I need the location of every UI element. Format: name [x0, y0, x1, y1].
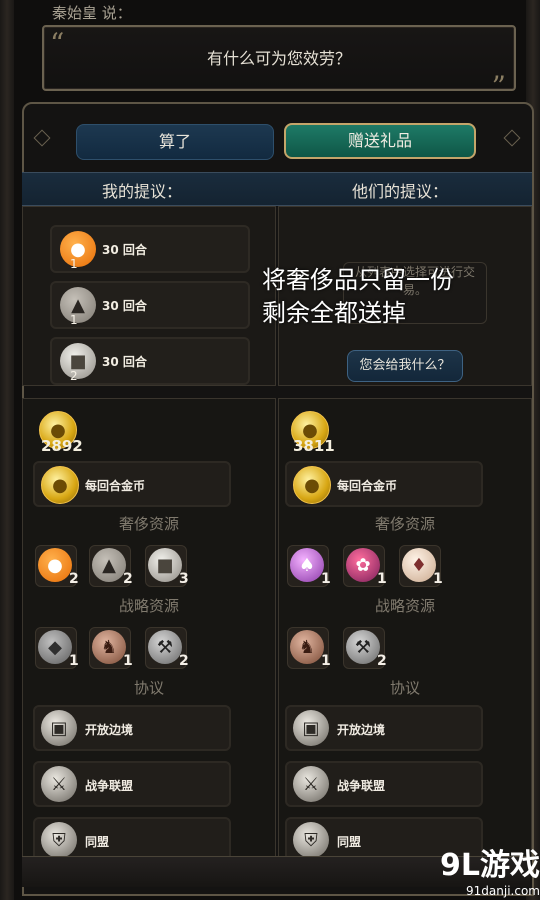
perfume-icon: ♠	[290, 548, 324, 582]
luxury-count: 1	[433, 571, 443, 587]
overlay-line-2: 剩余全都送掉	[262, 299, 406, 327]
gold-per-turn-label: 每回合金币	[85, 479, 146, 493]
my-inventory: ● 2892 ● 每回合金币 奢侈资源 ● 2 ▲ 2 ■ 3 战略资源 ◆ 1…	[22, 398, 276, 863]
war-icon: ⚔	[293, 766, 329, 802]
strategic-section-title: 战略资源	[118, 597, 179, 615]
strategic-count: 1	[123, 653, 133, 669]
luxury-count: 2	[69, 571, 79, 587]
agreement-label: 同盟	[85, 835, 110, 849]
agreement-label: 战争联盟	[85, 779, 134, 793]
war-alliance-row[interactable]: ⚔ 战争联盟	[33, 761, 231, 807]
elephant-icon: ▲	[92, 548, 126, 582]
strategic-count: 1	[69, 653, 79, 669]
luxury-count: 3	[179, 571, 189, 587]
luxury-section-title: 奢侈资源	[118, 515, 179, 533]
offer-count: 1	[70, 257, 78, 271]
luxury-count: 1	[377, 571, 387, 587]
agreement-label: 开放边境	[85, 723, 134, 737]
gold-icon: ●	[293, 466, 331, 504]
iron-icon: ⚒	[148, 630, 182, 664]
offer-label: 30 回合	[102, 243, 147, 257]
their-offer-header: 他们的提议：	[352, 182, 449, 201]
orange-icon: ●	[38, 548, 72, 582]
horse-icon: ♞	[290, 630, 324, 664]
my-offer-header: 我的提议：	[102, 182, 183, 201]
offer-item[interactable]: ● 1 30 回合	[50, 225, 250, 273]
gift-button[interactable]: 赠送礼品	[284, 123, 476, 159]
open-borders-row[interactable]: ▣ 开放边境	[285, 705, 483, 751]
agreement-section-title: 协议	[133, 679, 164, 697]
cloth-icon: ♦	[402, 548, 436, 582]
offer-headers: 我的提议： 他们的提议：	[22, 172, 532, 206]
agreement-label: 同盟	[337, 835, 362, 849]
gold-count: 2892	[41, 437, 83, 455]
strategic-count: 1	[321, 653, 331, 669]
ally-icon: ⛨	[293, 822, 329, 858]
open-borders-row[interactable]: ▣ 开放边境	[33, 705, 231, 751]
agreement-label: 开放边境	[337, 723, 386, 737]
offer-item[interactable]: ■ 2 30 回合	[50, 337, 250, 385]
right-diamond-icon	[503, 129, 521, 147]
cancel-button[interactable]: 算了	[76, 124, 274, 160]
speaker-label: 秦始皇 说：	[52, 4, 132, 22]
gold-count: 3811	[293, 437, 335, 455]
left-rail	[0, 0, 14, 900]
close-quote-icon: ”	[491, 70, 506, 103]
dialogue-box: “ 有什么可为您效劳？ ”	[42, 25, 516, 103]
gold-icon: ●	[41, 466, 79, 504]
horse-icon: ♞	[92, 630, 126, 664]
border-icon: ▣	[41, 710, 77, 746]
offer-count: 2	[70, 369, 78, 383]
silk-icon: ✿	[346, 548, 380, 582]
luxury-count: 2	[123, 571, 133, 587]
luxury-section-title: 奢侈资源	[374, 515, 435, 533]
offer-item[interactable]: ▲ 1 30 回合	[50, 281, 250, 329]
strategic-section-title: 战略资源	[374, 597, 435, 615]
war-alliance-row[interactable]: ⚔ 战争联盟	[285, 761, 483, 807]
agreement-section-title: 协议	[389, 679, 420, 697]
elephant-icon: ▲	[60, 287, 96, 323]
gold-per-turn-row[interactable]: ● 每回合金币	[33, 461, 231, 507]
my-offer-panel: ● 1 30 回合 ▲ 1 30 回合 ■ 2 30 回合	[22, 206, 276, 386]
overlay-annotation: 将奢侈品只留一份 剩余全都送掉	[262, 264, 454, 330]
ask-button[interactable]: 您会给我什么？	[347, 350, 463, 382]
their-inventory: ● 3811 ● 每回合金币 奢侈资源 ♠ 1 ✿ 1 ♦ 1 战略资源 ♞ 1…	[278, 398, 532, 863]
watermark-site: 91danji.com	[466, 884, 540, 898]
agreement-label: 战争联盟	[337, 779, 386, 793]
iron-icon: ⚒	[346, 630, 380, 664]
stone-icon: ◆	[38, 630, 72, 664]
border-icon: ▣	[293, 710, 329, 746]
gold-per-turn-label: 每回合金币	[337, 479, 398, 493]
action-bar: 算了 赠送礼品	[22, 110, 530, 170]
ally-icon: ⛨	[41, 822, 77, 858]
luxury-count: 1	[321, 571, 331, 587]
war-icon: ⚔	[41, 766, 77, 802]
strategic-count: 2	[179, 653, 189, 669]
watermark-brand: 9L游戏	[440, 848, 540, 883]
strategic-count: 2	[377, 653, 387, 669]
salt-icon: ■	[60, 343, 96, 379]
offer-count: 1	[70, 313, 78, 327]
offer-label: 30 回合	[102, 355, 147, 369]
salt-icon: ■	[148, 548, 182, 582]
dialogue-text: 有什么可为您效劳？	[206, 49, 351, 68]
gold-per-turn-row[interactable]: ● 每回合金币	[285, 461, 483, 507]
offer-label: 30 回合	[102, 299, 147, 313]
left-diamond-icon	[33, 129, 51, 147]
watermark-logo: 9L游戏 91danji.com	[430, 840, 540, 900]
overlay-line-1: 将奢侈品只留一份	[262, 266, 454, 294]
orange-icon: ●	[60, 231, 96, 267]
